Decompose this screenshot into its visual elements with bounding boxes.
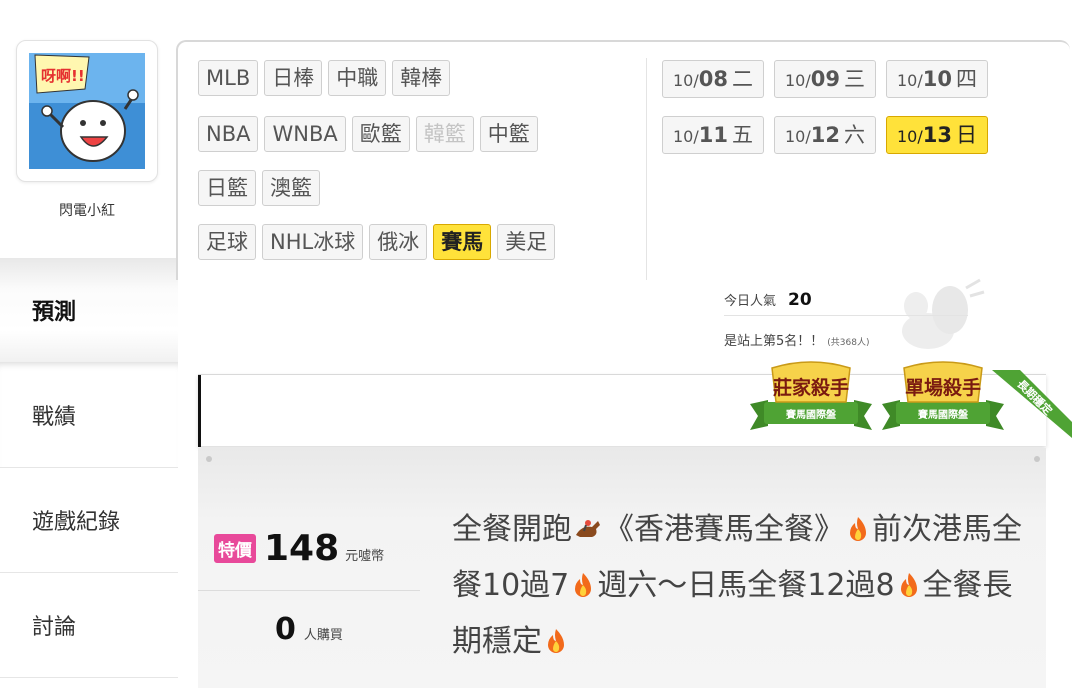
ribbon-text: 長期穩定 — [1014, 377, 1055, 418]
buyers-number: 0 — [275, 612, 296, 647]
date-weekday: 四 — [955, 67, 977, 91]
panel-divider — [646, 58, 647, 280]
svg-text:呀啊!!: 呀啊!! — [41, 67, 85, 85]
date-month: 10/ — [896, 127, 923, 146]
sport-chip-kbo[interactable]: 韓棒 — [392, 60, 451, 96]
date-day: 13 — [922, 123, 952, 147]
date-day: 10 — [922, 67, 952, 91]
title-part: 週六～日馬全餐12過8 — [597, 568, 895, 603]
nav-item-label: 預測 — [32, 300, 77, 325]
badge-title: 莊家殺手 — [773, 376, 849, 399]
popularity-rank: 是站上第5名！！ — [724, 334, 824, 349]
buyers-unit: 人購買 — [303, 628, 343, 643]
date-weekday: 六 — [843, 123, 865, 147]
sport-chip-russia-hockey[interactable]: 俄冰 — [369, 224, 428, 260]
sport-chip-china-basketball[interactable]: 中籃 — [479, 116, 538, 152]
nav-item-game-history[interactable]: 遊戲紀錄 — [0, 468, 178, 573]
special-price-tag: 特價 — [214, 534, 256, 563]
date-chip-1008[interactable]: 10/08 二 — [662, 60, 764, 98]
badge-sub: 賽馬國際盤 — [917, 408, 969, 421]
sport-chip-euro-basketball[interactable]: 歐籃 — [351, 116, 410, 152]
pin-icon — [206, 456, 212, 462]
date-chip-1013[interactable]: 10/13 日 — [885, 116, 988, 154]
popularity-label: 今日人氣 — [724, 294, 777, 309]
sport-chip-korea-basketball: 韓籃 — [415, 116, 474, 152]
username: 閃電小紅 — [59, 203, 115, 219]
sport-chip-horse-racing[interactable]: 賽馬 — [433, 224, 492, 260]
date-chip-1010[interactable]: 10/10 四 — [885, 60, 988, 98]
date-weekday: 三 — [843, 67, 865, 91]
date-chip-1012[interactable]: 10/12 六 — [773, 116, 876, 154]
sport-row-basketball-2: 日籃 澳籃 — [198, 170, 320, 206]
date-weekday: 二 — [731, 67, 753, 91]
date-month: 10/ — [784, 71, 811, 90]
price-currency: 元噓幣 — [345, 549, 385, 564]
badge-sub: 賽馬國際盤 — [785, 408, 837, 421]
horse-racing-icon — [576, 520, 600, 537]
badge-single-killer: 單場殺手 賽馬國際盤 — [882, 361, 1004, 430]
nav-item-label: 戰績 — [32, 405, 77, 430]
sport-chip-wnba[interactable]: WNBA — [264, 116, 346, 152]
nav-item-discussion[interactable]: 討論 — [0, 573, 178, 678]
date-day: 12 — [810, 123, 840, 147]
product-title[interactable]: 全餐開跑 《香港賽馬全餐》 前次港馬全餐10過7 週六～日馬全餐12過8 全餐長期穩定 — [452, 502, 1032, 670]
card-divider — [198, 590, 420, 591]
date-month: 10/ — [673, 71, 699, 90]
nav-item-predict[interactable]: 預測 — [0, 258, 178, 363]
nav-item-label: 遊戲紀錄 — [32, 510, 121, 535]
sport-chip-soccer[interactable]: 足球 — [198, 224, 256, 260]
ribbon-long-term-stable: 長期穩定 — [992, 370, 1072, 438]
badge-title: 單場殺手 — [905, 376, 981, 399]
date-row-1: 10/08 二 10/09 三 10/10 四 — [662, 60, 988, 98]
date-chip-1011[interactable]: 10/11 五 — [662, 116, 764, 154]
date-day: 08 — [698, 67, 728, 91]
sport-chip-nhl[interactable]: NHL冰球 — [262, 224, 364, 260]
sport-chip-npb[interactable]: 日棒 — [264, 60, 323, 96]
price-value: 148 — [264, 528, 340, 569]
popularity-total: (共368人) — [827, 338, 870, 348]
avatar-image: 呀啊!! — [29, 53, 145, 169]
sport-chip-australia-basketball[interactable]: 澳籃 — [262, 170, 320, 206]
nav-item-label: 討論 — [32, 615, 77, 640]
date-month: 10/ — [673, 127, 699, 146]
sport-chip-american-football[interactable]: 美足 — [497, 224, 556, 260]
date-month: 10/ — [784, 127, 811, 146]
sport-chip-mlb[interactable]: MLB — [198, 60, 259, 96]
date-weekday: 日 — [955, 123, 977, 147]
price-box: 特價 148 元噓幣 — [214, 528, 384, 569]
sport-chip-cpbl[interactable]: 中職 — [328, 60, 387, 96]
fire-icon — [575, 573, 592, 597]
sport-row-baseball: MLB 日棒 中職 韓棒 — [198, 60, 451, 96]
title-part: 《香港賽馬全餐》 — [604, 512, 844, 547]
buyers-count: 0 人購買 — [198, 612, 420, 647]
date-chip-1009[interactable]: 10/09 三 — [773, 60, 876, 98]
title-part: 全餐開跑 — [452, 512, 572, 547]
pin-icon — [1034, 456, 1040, 462]
sport-chip-nba[interactable]: NBA — [198, 116, 259, 152]
sport-row-other: 足球 NHL冰球 俄冰 賽馬 美足 — [198, 224, 556, 260]
fire-icon — [548, 629, 564, 653]
date-row-2: 10/11 五 10/12 六 10/13 日 — [662, 116, 988, 154]
sport-chip-japan-basketball[interactable]: 日籃 — [198, 170, 256, 206]
date-day: 11 — [698, 123, 728, 147]
fire-icon — [900, 573, 917, 597]
popularity-box: 今日人氣 20 是站上第5名！！ (共368人) — [724, 290, 968, 349]
badge-banker-killer: 莊家殺手 賽馬國際盤 — [750, 361, 872, 430]
popularity-value: 20 — [788, 289, 812, 310]
avatar[interactable]: 呀啊!! — [16, 40, 158, 182]
date-day: 09 — [810, 67, 840, 91]
strip-accent-line — [198, 375, 201, 447]
date-month: 10/ — [896, 71, 923, 90]
fire-icon — [850, 517, 866, 541]
date-weekday: 五 — [731, 123, 753, 147]
sport-row-basketball: NBA WNBA 歐籃 韓籃 中籃 — [198, 116, 538, 152]
nav-item-record[interactable]: 戰績 — [0, 363, 178, 468]
